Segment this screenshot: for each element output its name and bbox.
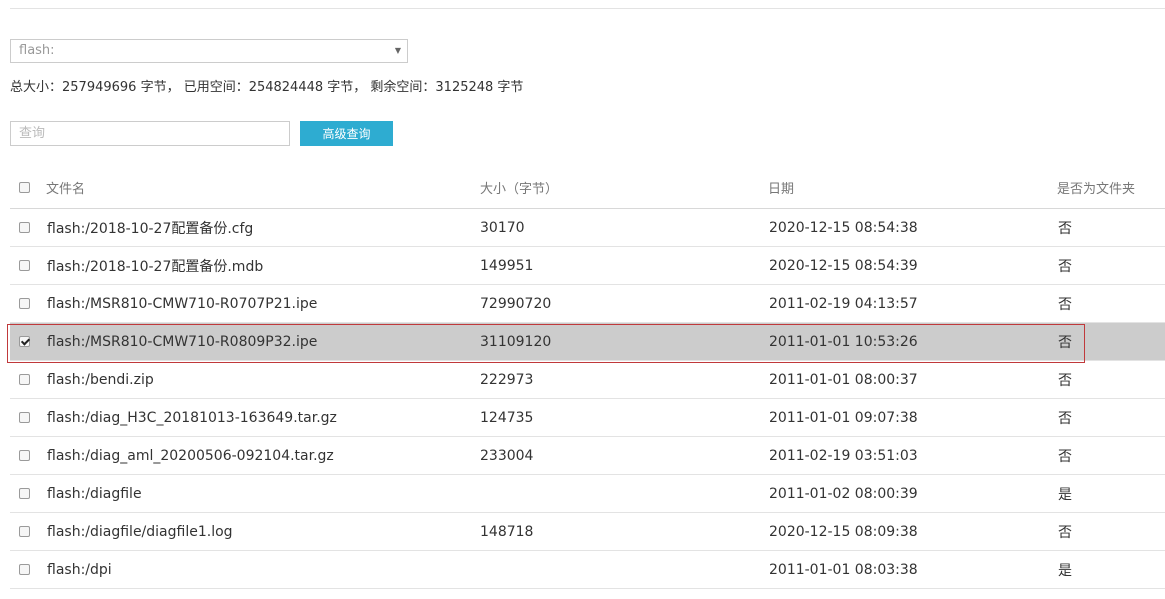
storage-summary: 总大小：257949696 字节， 已用空间：254824448 字节， 剩余空… — [10, 80, 524, 95]
table-row[interactable]: flash:/2018-10-27配置备份.mdb 149951 2020-12-1… — [10, 247, 1165, 285]
header-size[interactable]: 大小（字节） — [480, 166, 558, 208]
file-size-cell: 149951 — [480, 257, 534, 274]
file-name-cell: flash:/dpi — [47, 561, 112, 578]
is-folder-cell: 否 — [1058, 258, 1072, 275]
file-name-cell: flash:/diagfile/diagfile1.log — [47, 523, 233, 540]
table-row[interactable]: flash:/diag_aml_20200506-092104.tar.gz 23… — [10, 437, 1165, 475]
search-input[interactable] — [10, 121, 290, 146]
row-checkbox[interactable] — [18, 260, 30, 271]
row-checkbox[interactable] — [18, 564, 30, 575]
row-check-cell — [10, 323, 38, 360]
is-folder-cell: 是 — [1058, 486, 1072, 503]
row-check-cell — [10, 361, 38, 398]
file-name-cell: flash:/diagfile — [47, 485, 142, 502]
file-date-cell: 2011-02-19 04:13:57 — [769, 295, 918, 312]
is-folder-cell: 否 — [1058, 220, 1072, 237]
file-size-cell: 72990720 — [480, 295, 552, 312]
file-size-cell: 222973 — [480, 371, 534, 388]
triangle-down-icon: ▼ — [394, 46, 401, 55]
row-checkbox[interactable] — [18, 374, 30, 385]
top-divider — [10, 8, 1165, 9]
file-name-cell: flash:/MSR810-CMW710-R0707P21.ipe — [47, 295, 318, 312]
file-date-cell: 2011-01-01 10:53:26 — [769, 333, 918, 350]
table-row[interactable]: flash:/2018-10-27配置备份.cfg 30170 2020-12-15… — [10, 209, 1165, 247]
header-date[interactable]: 日期 — [768, 166, 794, 208]
file-size-cell: 148718 — [480, 523, 534, 540]
row-check-cell — [10, 209, 38, 246]
select-all-cell — [10, 166, 38, 208]
file-date-cell: 2011-01-01 08:00:37 — [769, 371, 918, 388]
file-name-cell: flash:/MSR810-CMW710-R0809P32.ipe — [47, 333, 318, 350]
table-row[interactable]: flash:/diag_H3C_20181013-163649.tar.gz 12… — [10, 399, 1165, 437]
file-size-cell: 124735 — [480, 409, 534, 426]
table-header-row: 文件名 大小（字节） 日期 是否为文件夹 — [10, 166, 1165, 209]
table-row[interactable]: flash:/bendi.zip 222973 2011-01-01 08:00:3… — [10, 361, 1165, 399]
row-checkbox[interactable] — [18, 526, 30, 537]
table-row[interactable]: flash:/diagfile/diagfile1.log 148718 2020-… — [10, 513, 1165, 551]
file-date-cell: 2020-12-15 08:54:38 — [769, 219, 918, 236]
table-body: flash:/2018-10-27配置备份.cfg 30170 2020-12-15… — [10, 209, 1165, 589]
row-check-cell — [10, 437, 38, 474]
row-check-cell — [10, 285, 38, 322]
file-name-cell: flash:/2018-10-27配置备份.mdb — [47, 258, 264, 275]
file-date-cell: 2020-12-15 08:54:39 — [769, 257, 918, 274]
file-date-cell: 2020-12-15 08:09:38 — [769, 523, 918, 540]
row-checkbox[interactable] — [18, 336, 30, 347]
row-check-cell — [10, 399, 38, 436]
row-check-cell — [10, 247, 38, 284]
row-checkbox[interactable] — [18, 298, 30, 309]
table-row[interactable]: flash:/MSR810-CMW710-R0707P21.ipe 7299072… — [10, 285, 1165, 323]
header-is-folder[interactable]: 是否为文件夹 — [1057, 166, 1135, 208]
is-folder-cell: 否 — [1058, 372, 1072, 389]
file-name-cell: flash:/2018-10-27配置备份.cfg — [47, 220, 254, 237]
is-folder-cell: 是 — [1058, 562, 1072, 579]
is-folder-cell: 否 — [1058, 448, 1072, 465]
file-name-cell: flash:/diag_aml_20200506-092104.tar.gz — [47, 447, 334, 464]
file-name-cell: flash:/diag_H3C_20181013-163649.tar.gz — [47, 409, 337, 426]
is-folder-cell: 否 — [1058, 334, 1072, 351]
file-date-cell: 2011-01-02 08:00:39 — [769, 485, 918, 502]
storage-select[interactable]: flash: ▼ — [10, 39, 408, 63]
advanced-search-button[interactable]: 高级查询 — [300, 121, 393, 146]
file-size-cell: 31109120 — [480, 333, 552, 350]
file-size-cell: 233004 — [480, 447, 534, 464]
table-row[interactable]: flash:/diagfile 2011-01-02 08:00:39 是 — [10, 475, 1165, 513]
is-folder-cell: 否 — [1058, 410, 1072, 427]
header-file-name[interactable]: 文件名 — [46, 166, 85, 208]
storage-select-value: flash: — [19, 43, 55, 58]
file-table: 文件名 大小（字节） 日期 是否为文件夹 flash:/2018-10-27配置… — [10, 166, 1165, 589]
row-check-cell — [10, 513, 38, 550]
table-row[interactable]: flash:/MSR810-CMW710-R0809P32.ipe 3110912… — [10, 323, 1165, 361]
is-folder-cell: 否 — [1058, 524, 1072, 541]
row-check-cell — [10, 475, 38, 512]
row-checkbox[interactable] — [18, 222, 30, 233]
row-check-cell — [10, 551, 38, 588]
file-management-page: flash: ▼ 总大小：257949696 字节， 已用空间：25482444… — [0, 0, 1165, 599]
row-checkbox[interactable] — [18, 450, 30, 461]
table-row[interactable]: flash:/dpi 2011-01-01 08:03:38 是 — [10, 551, 1165, 589]
row-checkbox[interactable] — [18, 488, 30, 499]
file-date-cell: 2011-02-19 03:51:03 — [769, 447, 918, 464]
file-size-cell: 30170 — [480, 219, 525, 236]
file-date-cell: 2011-01-01 09:07:38 — [769, 409, 918, 426]
row-checkbox[interactable] — [18, 412, 30, 423]
select-all-checkbox[interactable] — [18, 181, 30, 193]
is-folder-cell: 否 — [1058, 296, 1072, 313]
file-name-cell: flash:/bendi.zip — [47, 371, 154, 388]
file-date-cell: 2011-01-01 08:03:38 — [769, 561, 918, 578]
